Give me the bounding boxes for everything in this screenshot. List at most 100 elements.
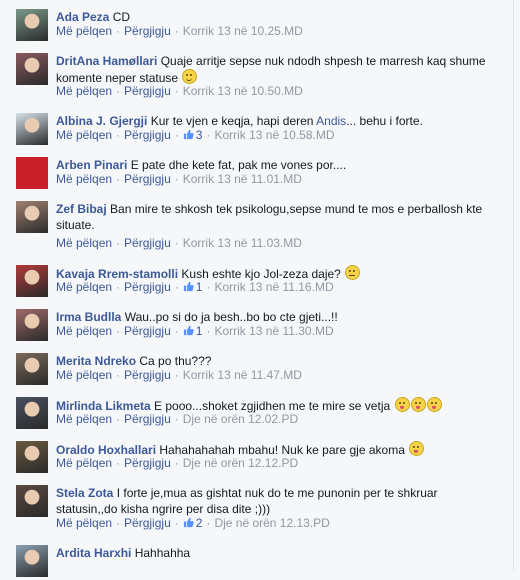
like-link[interactable]: Më pëlqen bbox=[56, 516, 112, 530]
comment-item: Stela Zota I forte je,mua as gishtat nuk… bbox=[0, 476, 513, 536]
comment-timestamp[interactable]: Korrik 13 në 10.58.MD bbox=[214, 128, 334, 142]
separator: · bbox=[116, 280, 121, 294]
comment-timestamp[interactable]: Korrik 13 në 11.30.MD bbox=[214, 324, 333, 338]
thumbs-up-icon bbox=[183, 325, 194, 336]
commenter-name[interactable]: Ada Peza bbox=[56, 10, 109, 24]
comment-actions: Më pëlqen · Përgjigju · 2 · Dje në orën 12.13.… bbox=[56, 516, 330, 530]
tongue-emoji-icon bbox=[394, 397, 410, 412]
commenter-name[interactable]: Ardita Harxhi bbox=[56, 546, 131, 560]
comment-body: Albina J. Gjergji Kur te vjen e keqja, h… bbox=[56, 113, 489, 129]
like-link[interactable]: Më pëlqen bbox=[56, 280, 112, 294]
commenter-name[interactable]: Oraldo Hoxhallari bbox=[56, 443, 156, 457]
comment-body: Ada Peza CD bbox=[56, 9, 489, 25]
like-link[interactable]: Më pëlqen bbox=[56, 236, 112, 250]
separator: · bbox=[174, 280, 179, 294]
avatar[interactable] bbox=[16, 201, 48, 233]
separator: · bbox=[116, 516, 121, 530]
comment-timestamp[interactable]: Korrik 13 në 11.01.MD bbox=[183, 172, 302, 186]
separator: · bbox=[116, 128, 121, 142]
avatar[interactable] bbox=[16, 309, 48, 341]
commenter-name[interactable]: Kavaja Rrem-stamolli bbox=[56, 267, 178, 281]
comment-item: Kavaja Rrem-stamolli Kush eshte kjo Jol-… bbox=[0, 256, 513, 300]
comment-item: Merita Ndreko Ca po thu??? Më pëlqen · Përg… bbox=[0, 344, 513, 388]
comment-item: Ada Peza CD Më pëlqen · Përgjigju · Korrik 13… bbox=[0, 0, 513, 44]
comment-timestamp[interactable]: Korrik 13 në 11.16.MD bbox=[214, 280, 333, 294]
like-link[interactable]: Më pëlqen bbox=[56, 24, 112, 38]
comment-timestamp[interactable]: Dje në orën 12.13.PD bbox=[214, 516, 329, 530]
separator: · bbox=[206, 128, 211, 142]
comment-actions: Më pëlqen · Përgjigju · Korrik 13 në 11.47.M… bbox=[56, 368, 302, 382]
reply-link[interactable]: Përgjigju bbox=[124, 368, 171, 382]
reply-link[interactable]: Përgjigju bbox=[124, 24, 171, 38]
commenter-name[interactable]: Albina J. Gjergji bbox=[56, 114, 147, 128]
comment-body: Ardita Harxhi Hahhahha bbox=[56, 545, 489, 561]
reply-link[interactable]: Përgjigju bbox=[124, 84, 171, 98]
like-link[interactable]: Më pëlqen bbox=[56, 324, 112, 338]
comment-timestamp[interactable]: Dje në orën 12.02.PD bbox=[183, 412, 298, 426]
comment-item: Oraldo Hoxhallari Hahahahahah mbahu! Nuk… bbox=[0, 432, 513, 476]
comment-item: Arben Pinari E pate dhe kete fat, pak me… bbox=[0, 148, 513, 192]
commenter-name[interactable]: Stela Zota bbox=[56, 486, 113, 500]
like-link[interactable]: Më pëlqen bbox=[56, 84, 112, 98]
like-count[interactable]: 2 bbox=[183, 516, 202, 530]
like-link[interactable]: Më pëlqen bbox=[56, 456, 112, 470]
separator: · bbox=[174, 84, 179, 98]
reply-link[interactable]: Përgjigju bbox=[124, 236, 171, 250]
commenter-name[interactable]: Irma Budlla bbox=[56, 310, 121, 324]
comment-text: Ban mire te shkosh tek psikologu,sepse m… bbox=[56, 202, 483, 232]
avatar[interactable] bbox=[16, 353, 48, 385]
comment-timestamp[interactable]: Korrik 13 në 11.03.MD bbox=[183, 236, 302, 250]
like-link[interactable]: Më pëlqen bbox=[56, 368, 112, 382]
comment-timestamp[interactable]: Korrik 13 në 11.47.MD bbox=[183, 368, 302, 382]
thumbs-up-icon bbox=[183, 129, 194, 140]
tongue-emoji-icon bbox=[410, 397, 426, 412]
separator: · bbox=[174, 456, 179, 470]
reply-link[interactable]: Përgjigju bbox=[124, 324, 171, 338]
separator: · bbox=[116, 24, 121, 38]
comment-actions: Më pëlqen · Përgjigju · Dje në orën 12.02.PD bbox=[56, 412, 298, 426]
separator: · bbox=[174, 412, 179, 426]
reply-link[interactable]: Përgjigju bbox=[124, 128, 171, 142]
commenter-name[interactable]: Merita Ndreko bbox=[56, 354, 136, 368]
comment-item: Albina J. Gjergji Kur te vjen e keqja, h… bbox=[0, 104, 513, 148]
reply-link[interactable]: Përgjigju bbox=[124, 456, 171, 470]
comment-item: Zef Bibaj Ban mire te shkosh tek psikolo… bbox=[0, 192, 513, 256]
comment-timestamp[interactable]: Korrik 13 në 10.50.MD bbox=[183, 84, 303, 98]
comment-item: Mirlinda Likmeta E pooo...shoket zgjidhe… bbox=[0, 388, 513, 432]
avatar[interactable] bbox=[16, 113, 48, 145]
commenter-name[interactable]: Mirlinda Likmeta bbox=[56, 399, 151, 413]
separator: · bbox=[116, 368, 121, 382]
avatar[interactable] bbox=[16, 53, 48, 85]
comment-text: CD bbox=[112, 10, 131, 24]
mention-link[interactable]: Andis bbox=[316, 114, 346, 128]
commenter-name[interactable]: DritAna Hamøllari bbox=[56, 54, 157, 68]
avatar[interactable] bbox=[16, 157, 48, 189]
reply-link[interactable]: Përgjigju bbox=[124, 280, 171, 294]
commenter-name[interactable]: Arben Pinari bbox=[56, 158, 127, 172]
comment-actions: Më pëlqen · Përgjigju · 1 · Korrik 13 në 11.30… bbox=[56, 324, 334, 338]
avatar[interactable] bbox=[16, 397, 48, 429]
reply-link[interactable]: Përgjigju bbox=[124, 412, 171, 426]
avatar[interactable] bbox=[16, 9, 48, 41]
avatar[interactable] bbox=[16, 485, 48, 517]
reply-link[interactable]: Përgjigju bbox=[124, 172, 171, 186]
like-count[interactable]: 1 bbox=[183, 324, 202, 338]
like-link[interactable]: Më pëlqen bbox=[56, 128, 112, 142]
like-count[interactable]: 1 bbox=[183, 280, 202, 294]
comment-actions: Më pëlqen · Përgjigju · Korrik 13 në 11.03.M… bbox=[56, 236, 302, 250]
like-count[interactable]: 3 bbox=[183, 128, 202, 142]
avatar[interactable] bbox=[16, 441, 48, 473]
avatar[interactable] bbox=[16, 265, 48, 297]
like-link[interactable]: Më pëlqen bbox=[56, 172, 112, 186]
divider bbox=[513, 0, 514, 570]
reply-link[interactable]: Përgjigju bbox=[124, 516, 171, 530]
comment-timestamp[interactable]: Dje në orën 12.12.PD bbox=[183, 456, 298, 470]
like-link[interactable]: Më pëlqen bbox=[56, 412, 112, 426]
comment-timestamp[interactable]: Korrik 13 në 10.25.MD bbox=[183, 24, 303, 38]
separator: · bbox=[174, 172, 179, 186]
comment-text: Kush eshte kjo Jol-zeza daje? bbox=[181, 267, 341, 281]
avatar[interactable] bbox=[16, 545, 48, 577]
commenter-name[interactable]: Zef Bibaj bbox=[56, 202, 107, 216]
thumbs-up-icon bbox=[183, 281, 194, 292]
comment-actions: Më pëlqen · Përgjigju · Korrik 13 në 11.01.M… bbox=[56, 172, 302, 186]
